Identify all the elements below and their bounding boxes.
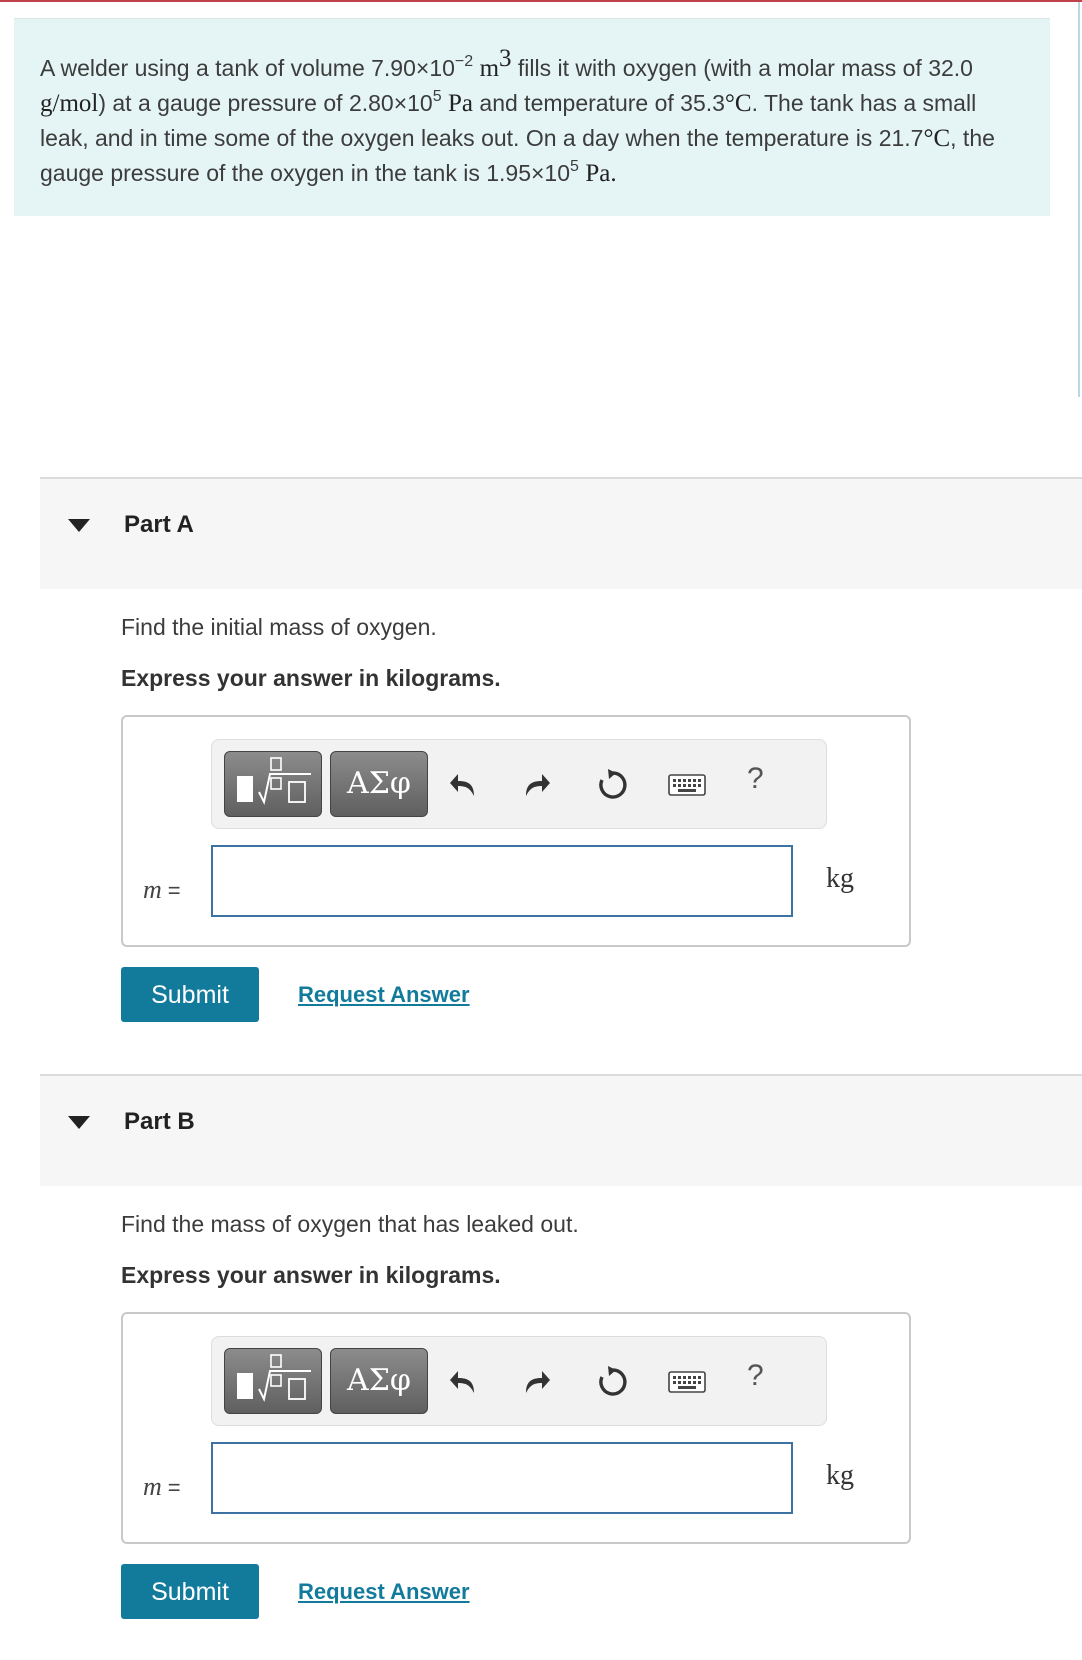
answer-input[interactable]	[211, 1442, 793, 1514]
equals-sign: =	[167, 878, 181, 903]
part-a-header[interactable]: Part A	[40, 477, 1082, 589]
problem-text: and temperature of 35.3	[473, 90, 725, 116]
greek-symbols-button[interactable]: ΑΣφ	[330, 1348, 428, 1414]
question-prompt: Find the mass of oxygen that has leaked …	[121, 1211, 579, 1237]
request-answer-link[interactable]: Request Answer	[298, 1579, 470, 1605]
keyboard-icon[interactable]	[668, 774, 706, 796]
pressure-unit: Pa	[585, 160, 611, 187]
equals-sign: =	[167, 1475, 181, 1500]
answer-instruction: Express your answer in kilograms.	[121, 665, 501, 691]
pressure-exponent: 5	[432, 88, 442, 105]
variable-symbol: m	[143, 875, 162, 904]
keyboard-icon[interactable]	[668, 1371, 706, 1393]
volume-unit-exponent: 3	[499, 45, 512, 72]
greek-symbols-button[interactable]: ΑΣφ	[330, 751, 428, 817]
part-b-header[interactable]: Part B	[40, 1074, 1082, 1186]
variable-symbol: m	[143, 1472, 162, 1501]
undo-icon[interactable]	[448, 768, 478, 800]
volume-exponent: −2	[454, 53, 474, 70]
part-title: Part A	[124, 511, 194, 538]
problem-text: A welder using a tank of volume 7.90×10	[40, 55, 455, 81]
pressure-exponent: 5	[570, 158, 579, 175]
help-button[interactable]: ?	[747, 1359, 764, 1393]
reset-icon[interactable]	[596, 768, 630, 802]
problem-text: .	[610, 160, 617, 187]
redo-icon[interactable]	[522, 1365, 552, 1397]
answer-variable: m =	[143, 875, 181, 905]
problem-text: fills it with oxygen (with a molar mass …	[511, 55, 973, 81]
redo-icon[interactable]	[522, 768, 552, 800]
templates-icon	[237, 757, 311, 805]
templates-button[interactable]	[224, 1348, 322, 1414]
templates-icon	[237, 1354, 311, 1402]
answer-instruction: Express your answer in kilograms.	[121, 1262, 501, 1288]
answer-variable: m =	[143, 1472, 181, 1502]
math-toolbar: ΑΣφ ?	[211, 739, 827, 829]
answer-unit: kg	[826, 863, 854, 894]
answer-box: ΑΣφ ? m = kg	[121, 715, 911, 947]
pressure-unit: Pa	[448, 90, 474, 117]
collapse-triangle-icon[interactable]	[68, 519, 90, 532]
problem-text: ) at a gauge pressure of 2.80×10	[98, 90, 433, 116]
problem-statement: A welder using a tank of volume 7.90×10−…	[14, 18, 1050, 216]
templates-button[interactable]	[224, 751, 322, 817]
part-title: Part B	[124, 1108, 195, 1135]
temperature-unit: °C	[923, 125, 951, 152]
answer-unit: kg	[826, 1460, 854, 1491]
request-answer-link[interactable]: Request Answer	[298, 982, 470, 1008]
answer-input[interactable]	[211, 845, 793, 917]
math-toolbar: ΑΣφ ?	[211, 1336, 827, 1426]
scroll-indicator	[1078, 2, 1080, 397]
answer-box: ΑΣφ ? m = kg	[121, 1312, 911, 1544]
reset-icon[interactable]	[596, 1365, 630, 1399]
top-border	[0, 0, 1082, 2]
collapse-triangle-icon[interactable]	[68, 1116, 90, 1129]
molar-mass-unit: g/mol	[40, 90, 99, 117]
temperature-unit: °C	[724, 90, 752, 117]
question-prompt: Find the initial mass of oxygen.	[121, 614, 437, 640]
submit-button[interactable]: Submit	[121, 1564, 259, 1619]
help-button[interactable]: ?	[747, 762, 764, 796]
volume-unit: m	[479, 55, 500, 82]
submit-button[interactable]: Submit	[121, 967, 259, 1022]
undo-icon[interactable]	[448, 1365, 478, 1397]
